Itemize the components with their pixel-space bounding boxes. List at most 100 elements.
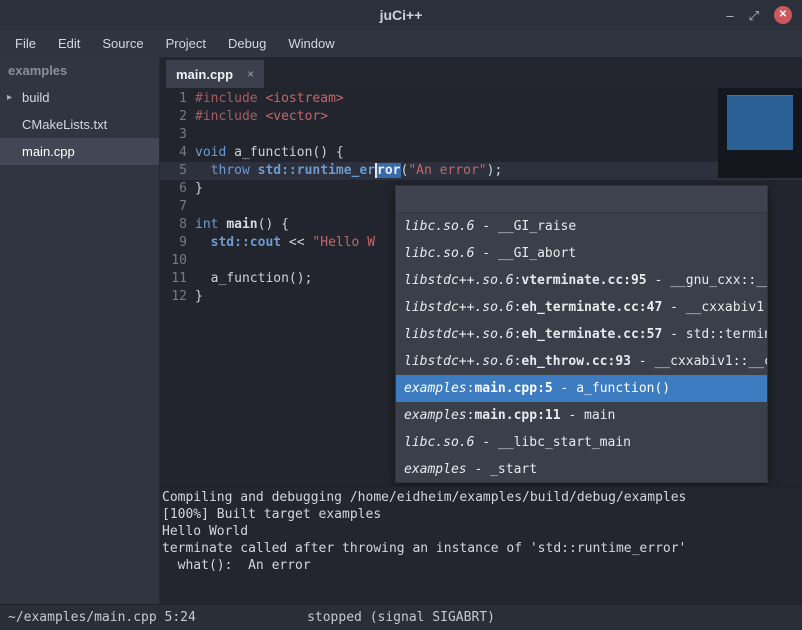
frame-module: libstdc++.so.6 — [404, 273, 514, 288]
menu-item-window[interactable]: Window — [277, 30, 345, 57]
line-number[interactable]: 2 — [160, 108, 195, 126]
file-tree: ▸ build CMakeLists.txt main.cpp — [0, 84, 159, 165]
menu-item-project[interactable]: Project — [155, 30, 217, 57]
frame-function: a_function() — [576, 381, 670, 396]
stack-frame-item[interactable]: libstdc++.so.6:eh_throw.cc:93 - __cxxabi… — [396, 348, 767, 375]
frame-function: __GI_abort — [498, 246, 576, 261]
terminal-line: Compiling and debugging /home/eidheim/ex… — [162, 489, 802, 506]
line-number[interactable]: 11 — [160, 270, 195, 288]
menu-item-edit[interactable]: Edit — [47, 30, 91, 57]
code-token: throw — [211, 163, 250, 178]
stack-frame-item[interactable]: libstdc++.so.6:eh_terminate.cc:57 - std:… — [396, 321, 767, 348]
tab-close-icon[interactable]: × — [247, 67, 254, 81]
frame-function: __cxxabiv1::__cxa_thro — [654, 354, 767, 369]
tree-item-build[interactable]: ▸ build — [0, 84, 159, 111]
terminal-output: Compiling and debugging /home/eidheim/ex… — [162, 489, 802, 574]
code-line-5[interactable]: 5 throw std::runtime_error("An error"); — [160, 162, 802, 180]
code-token: <vector> — [265, 109, 328, 124]
stack-frame-item[interactable]: examples:main.cpp:11 - main — [396, 402, 767, 429]
tree-item-main-cpp[interactable]: main.cpp — [0, 138, 159, 165]
code-token: "Hello W — [312, 235, 375, 250]
frame-function: __libc_start_main — [498, 435, 631, 450]
frame-location: eh_terminate.cc:57 — [521, 327, 662, 342]
line-number[interactable]: 4 — [160, 144, 195, 162]
code-text: int main() { — [195, 216, 289, 234]
sidebar: examples ▸buildCMakeLists.txtmain.cpp — [0, 57, 160, 604]
popup-filter-input[interactable] — [396, 186, 767, 213]
menu-item-debug[interactable]: Debug — [217, 30, 277, 57]
stack-frame-item[interactable]: libc.so.6 - __libc_start_main — [396, 429, 767, 456]
line-number[interactable]: 12 — [160, 288, 195, 306]
code-token: () { — [258, 217, 289, 232]
close-button[interactable]: ✕ — [774, 6, 792, 24]
code-token: int — [195, 217, 218, 232]
line-number[interactable]: 3 — [160, 126, 195, 144]
code-text: throw std::runtime_error("An error"); — [195, 162, 502, 180]
code-token: << — [281, 235, 312, 250]
restore-button[interactable]: ⤢ — [749, 9, 759, 22]
stack-frame-item[interactable]: examples:main.cpp:5 - a_function() — [396, 375, 767, 402]
code-token: std::cout — [211, 235, 281, 250]
code-text: #include <iostream> — [195, 90, 344, 108]
folder-expander-icon[interactable]: ▸ — [7, 84, 12, 111]
stack-frame-item[interactable]: libstdc++.so.6:eh_terminate.cc:47 - __cx… — [396, 294, 767, 321]
code-token — [195, 235, 211, 250]
line-number[interactable]: 7 — [160, 198, 195, 216]
code-token: #include — [195, 91, 258, 106]
app-window: juCi++ – ⤢ ✕ FileEditSourceProjectDebugW… — [0, 0, 802, 630]
tree-item-label: build — [22, 90, 49, 105]
stack-frame-item[interactable]: examples - _start — [396, 456, 767, 483]
selection-highlight: ror — [377, 163, 400, 178]
frame-location: main.cpp:11 — [474, 408, 560, 423]
code-token: void — [195, 145, 226, 160]
tree-item-label: main.cpp — [22, 144, 75, 159]
code-line-3[interactable]: 3 — [160, 126, 802, 144]
titlebar: juCi++ – ⤢ ✕ — [0, 0, 802, 30]
tabbar: main.cpp × — [160, 57, 802, 88]
frame-function: __cxxabiv1::__term — [686, 300, 767, 315]
line-number[interactable]: 10 — [160, 252, 195, 270]
line-number[interactable]: 6 — [160, 180, 195, 198]
code-text: } — [195, 180, 203, 198]
code-line-4[interactable]: 4void a_function() { — [160, 144, 802, 162]
line-number[interactable]: 5 — [160, 162, 195, 180]
code-line-1[interactable]: 1#include <iostream> — [160, 90, 802, 108]
line-number[interactable]: 9 — [160, 234, 195, 252]
frame-location: vterminate.cc:95 — [521, 273, 646, 288]
symbol-tooltip-box — [718, 88, 802, 178]
stack-frame-item[interactable]: libstdc++.so.6:vterminate.cc:95 - __gnu_… — [396, 267, 767, 294]
frame-location: eh_terminate.cc:47 — [521, 300, 662, 315]
terminal-line: terminate called after throwing an insta… — [162, 540, 802, 557]
code-token: std::runtime_er — [258, 163, 375, 178]
code-token: a_function(); — [195, 271, 312, 286]
code-token — [195, 163, 211, 178]
tree-item-label: CMakeLists.txt — [22, 117, 107, 132]
minimize-button[interactable]: – — [726, 9, 733, 22]
symbol-tooltip-highlight — [727, 95, 793, 150]
status-debug-state: stopped (signal SIGABRT) — [307, 605, 495, 630]
menu-item-file[interactable]: File — [4, 30, 47, 57]
menubar: FileEditSourceProjectDebugWindow — [0, 30, 802, 57]
line-number[interactable]: 8 — [160, 216, 195, 234]
frame-module: libstdc++.so.6 — [404, 300, 514, 315]
frame-function: main — [584, 408, 615, 423]
frame-location: eh_throw.cc:93 — [521, 354, 631, 369]
line-number[interactable]: 1 — [160, 90, 195, 108]
tab-main-cpp[interactable]: main.cpp × — [166, 60, 264, 88]
editor[interactable]: 1#include <iostream>2#include <vector>34… — [160, 88, 802, 486]
code-text: #include <vector> — [195, 108, 328, 126]
code-token: <iostream> — [265, 91, 343, 106]
stacktrace-popup: libc.so.6 - __GI_raiselibc.so.6 - __GI_a… — [395, 185, 768, 483]
code-text: std::cout << "Hello W — [195, 234, 375, 252]
code-token — [250, 163, 258, 178]
main-area: main.cpp × 1#include <iostream>2#include… — [160, 57, 802, 604]
stacktrace-list: libc.so.6 - __GI_raiselibc.so.6 - __GI_a… — [396, 213, 767, 483]
stack-frame-item[interactable]: libc.so.6 - __GI_abort — [396, 240, 767, 267]
code-line-2[interactable]: 2#include <vector> — [160, 108, 802, 126]
tree-item-cmakelists-txt[interactable]: CMakeLists.txt — [0, 111, 159, 138]
code-token: } — [195, 181, 203, 196]
code-token: main — [226, 217, 257, 232]
menu-item-source[interactable]: Source — [91, 30, 154, 57]
stack-frame-item[interactable]: libc.so.6 - __GI_raise — [396, 213, 767, 240]
terminal-panel[interactable]: Compiling and debugging /home/eidheim/ex… — [160, 486, 802, 604]
